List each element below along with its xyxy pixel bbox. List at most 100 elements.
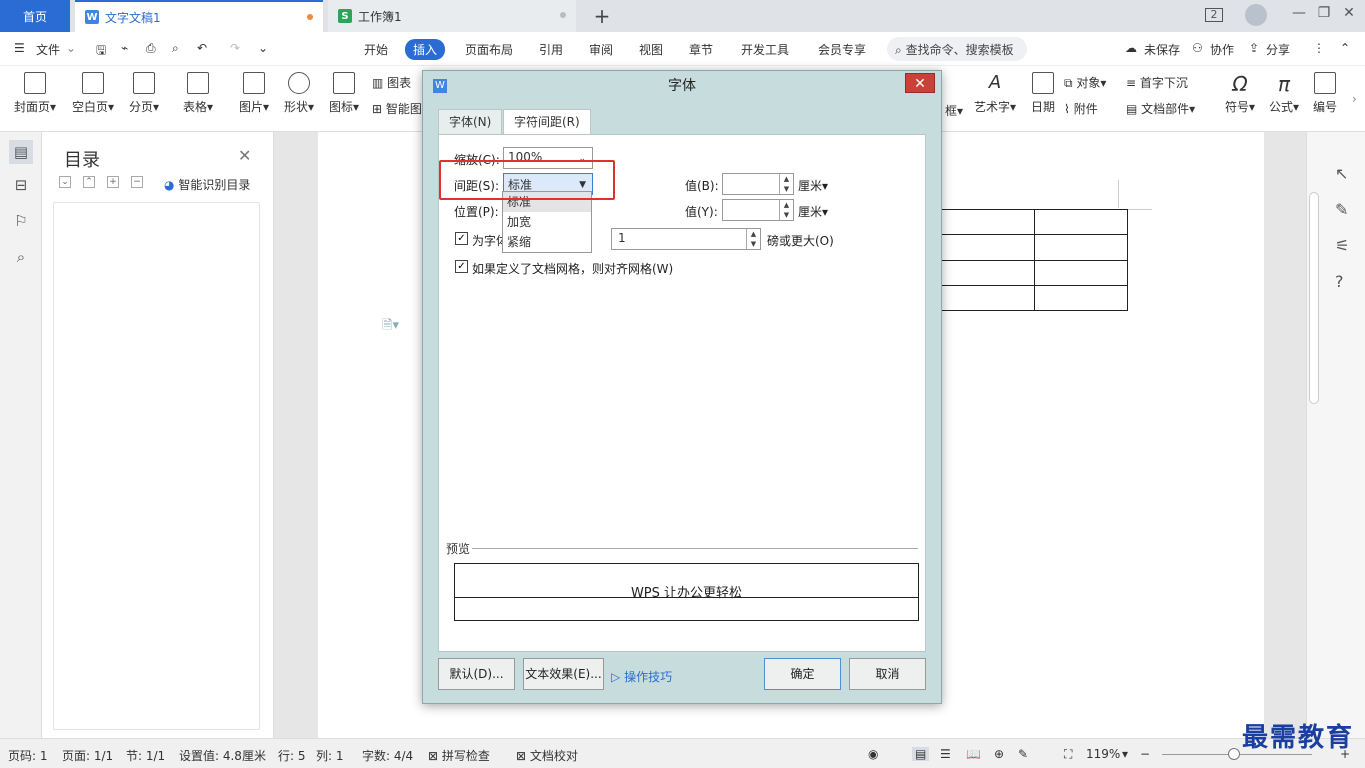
paragraph-options-icon[interactable]: 🗎▾ bbox=[382, 316, 399, 338]
undo-icon[interactable]: ↶ bbox=[197, 41, 207, 55]
find-icon[interactable]: ⌕ bbox=[12, 248, 30, 266]
default-button[interactable]: 默认(D)... bbox=[438, 658, 515, 690]
menu-insert[interactable]: 插入 bbox=[405, 39, 446, 60]
collab-button[interactable]: 协作 bbox=[1210, 41, 1234, 58]
menu-page-layout[interactable]: 页面布局 bbox=[465, 41, 513, 58]
tab-close-dot-icon[interactable] bbox=[560, 12, 566, 18]
status-setting-value[interactable]: 设置值: 4.8厘米 bbox=[179, 747, 266, 764]
drop-cap-button[interactable]: ≡ 首字下沉 bbox=[1126, 74, 1188, 91]
unit-b-select[interactable]: 厘米▾ bbox=[798, 177, 828, 194]
window-count-badge[interactable]: 2 bbox=[1205, 8, 1223, 22]
unsaved-label[interactable]: 未保存 bbox=[1144, 41, 1180, 58]
close-icon[interactable]: ✕ bbox=[238, 146, 251, 165]
cloud-icon[interactable]: ☁ bbox=[1125, 41, 1137, 55]
more-icon[interactable]: ⋮ bbox=[1313, 41, 1325, 55]
select-arrow-icon[interactable]: ↖ bbox=[1335, 164, 1348, 183]
table-cell[interactable] bbox=[1033, 259, 1128, 286]
tab-font[interactable]: 字体(N) bbox=[438, 109, 503, 135]
value-y-input[interactable]: ▲ ▼ bbox=[722, 199, 794, 221]
page-break-button[interactable]: 分页▾ bbox=[124, 72, 164, 115]
attachment-button[interactable]: ⌇ 附件 bbox=[1064, 100, 1098, 117]
object-button[interactable]: ⧉ 对象▾ bbox=[1064, 74, 1106, 91]
avatar[interactable] bbox=[1245, 4, 1267, 26]
tips-link[interactable]: ▷ 操作技巧 bbox=[611, 668, 672, 685]
navigation-icon[interactable]: ⊟ bbox=[12, 176, 30, 194]
picture-button[interactable]: 图片▾ bbox=[234, 72, 274, 115]
menu-member[interactable]: 会员专享 bbox=[818, 41, 866, 58]
remove-level-icon[interactable]: − bbox=[131, 176, 143, 188]
format-painter-icon[interactable]: ⌁ bbox=[121, 41, 128, 55]
textbox-button[interactable]: 框▾ bbox=[944, 102, 964, 119]
blank-page-button[interactable]: 空白页▾ bbox=[68, 72, 118, 115]
dialog-close-icon[interactable]: ✕ bbox=[905, 73, 935, 93]
save-icon[interactable]: 🖫 bbox=[96, 41, 106, 62]
write-mode-icon[interactable]: ✎ bbox=[1018, 747, 1028, 761]
eye-protect-icon[interactable]: ◉ bbox=[868, 747, 878, 761]
table-cell[interactable] bbox=[940, 208, 1035, 236]
zoom-level[interactable]: 119% bbox=[1086, 747, 1120, 761]
menu-view[interactable]: 视图 bbox=[639, 41, 663, 58]
menu-review[interactable]: 审阅 bbox=[589, 41, 613, 58]
zoom-slider-handle[interactable] bbox=[1228, 748, 1240, 760]
chevron-down-icon[interactable]: ⌄ bbox=[66, 41, 76, 55]
help-icon[interactable]: ? bbox=[1335, 272, 1344, 291]
expand-icon[interactable]: ⌃ bbox=[83, 176, 95, 188]
document-table[interactable] bbox=[940, 208, 1128, 312]
search-input[interactable]: ⌕ 查找命令、搜索模板 bbox=[887, 37, 1027, 61]
add-level-icon[interactable]: + bbox=[107, 176, 119, 188]
tab-spreadsheet[interactable]: S 工作簿1 bbox=[328, 0, 576, 32]
date-button[interactable]: 日期 bbox=[1026, 72, 1060, 115]
bookmark-icon[interactable]: ⚐ bbox=[12, 212, 30, 230]
snap-grid-checkbox[interactable]: ✓ bbox=[455, 260, 468, 273]
kerning-checkbox[interactable]: ✓ bbox=[455, 232, 468, 245]
shape-button[interactable]: 形状▾ bbox=[279, 72, 319, 115]
tab-character-spacing[interactable]: 字符间距(R) bbox=[503, 109, 591, 136]
dropdown-option-expanded[interactable]: 加宽 bbox=[503, 212, 591, 232]
hamburger-icon[interactable]: ☰ bbox=[14, 41, 25, 55]
icon-library-button[interactable]: 图标▾ bbox=[324, 72, 364, 115]
formula-button[interactable]: π 公式▾ bbox=[1264, 72, 1304, 115]
ok-button[interactable]: 确定 bbox=[764, 658, 841, 690]
quick-access-more-icon[interactable]: ⌄ bbox=[258, 41, 268, 55]
doc-parts-button[interactable]: ▤ 文档部件▾ bbox=[1126, 100, 1195, 117]
value-b-input[interactable]: ▲ ▼ bbox=[722, 173, 794, 195]
chart-button[interactable]: ▥ 图表 bbox=[372, 74, 411, 91]
collab-icon[interactable]: ⚇ bbox=[1192, 41, 1203, 55]
tab-document[interactable]: W 文字文稿1 bbox=[75, 0, 323, 32]
table-cell[interactable] bbox=[1033, 284, 1128, 312]
pen-icon[interactable]: ✎ bbox=[1335, 200, 1348, 219]
unit-y-select[interactable]: 厘米▾ bbox=[798, 203, 828, 220]
symbol-button[interactable]: Ω 符号▾ bbox=[1220, 72, 1260, 115]
menu-section[interactable]: 章节 bbox=[689, 41, 713, 58]
table-cell[interactable] bbox=[940, 284, 1035, 312]
collapse-ribbon-icon[interactable]: ⌃ bbox=[1340, 41, 1350, 55]
unsaved-dot-icon[interactable] bbox=[307, 14, 313, 20]
vertical-scrollbar[interactable] bbox=[1309, 192, 1319, 404]
table-cell[interactable] bbox=[940, 259, 1035, 286]
text-effects-button[interactable]: 文本效果(E)... bbox=[523, 658, 604, 690]
status-word-count[interactable]: 字数: 4/4 bbox=[362, 747, 413, 764]
print-icon[interactable]: ⎙ bbox=[146, 41, 156, 56]
menu-file[interactable]: 文件 bbox=[36, 41, 60, 58]
smart-art-button[interactable]: ⊞ 智能图 bbox=[372, 100, 422, 117]
collapse-all-icon[interactable]: ⌄ bbox=[59, 176, 71, 188]
tab-home[interactable]: 首页 bbox=[0, 0, 70, 32]
print-preview-icon[interactable]: ⌕ bbox=[172, 41, 179, 56]
menu-reference[interactable]: 引用 bbox=[539, 41, 563, 58]
art-text-button[interactable]: A 艺术字▾ bbox=[970, 72, 1020, 115]
restore-icon[interactable]: ❐ bbox=[1312, 5, 1336, 21]
cancel-button[interactable]: 取消 bbox=[849, 658, 926, 690]
doc-proof-button[interactable]: ⊠ 文档校对 bbox=[516, 747, 578, 764]
zoom-out-icon[interactable]: − bbox=[1140, 747, 1150, 761]
minimize-icon[interactable]: — bbox=[1287, 5, 1311, 21]
fit-page-icon[interactable]: ⛶ bbox=[1064, 747, 1072, 762]
table-cell[interactable] bbox=[1033, 234, 1128, 261]
reading-view-icon[interactable]: 📖 bbox=[966, 747, 981, 761]
close-window-icon[interactable]: ✕ bbox=[1337, 5, 1361, 21]
cover-page-button[interactable]: 封面页▾ bbox=[10, 72, 60, 115]
page-view-icon[interactable]: ▤ bbox=[912, 747, 930, 761]
kerning-size-input[interactable]: 1 ▲ ▼ bbox=[611, 228, 761, 250]
spell-check-button[interactable]: ⊠ 拼写检查 bbox=[428, 747, 490, 764]
menu-developer[interactable]: 开发工具 bbox=[741, 41, 789, 58]
zoom-dropdown-icon[interactable]: ▾ bbox=[1122, 747, 1128, 761]
